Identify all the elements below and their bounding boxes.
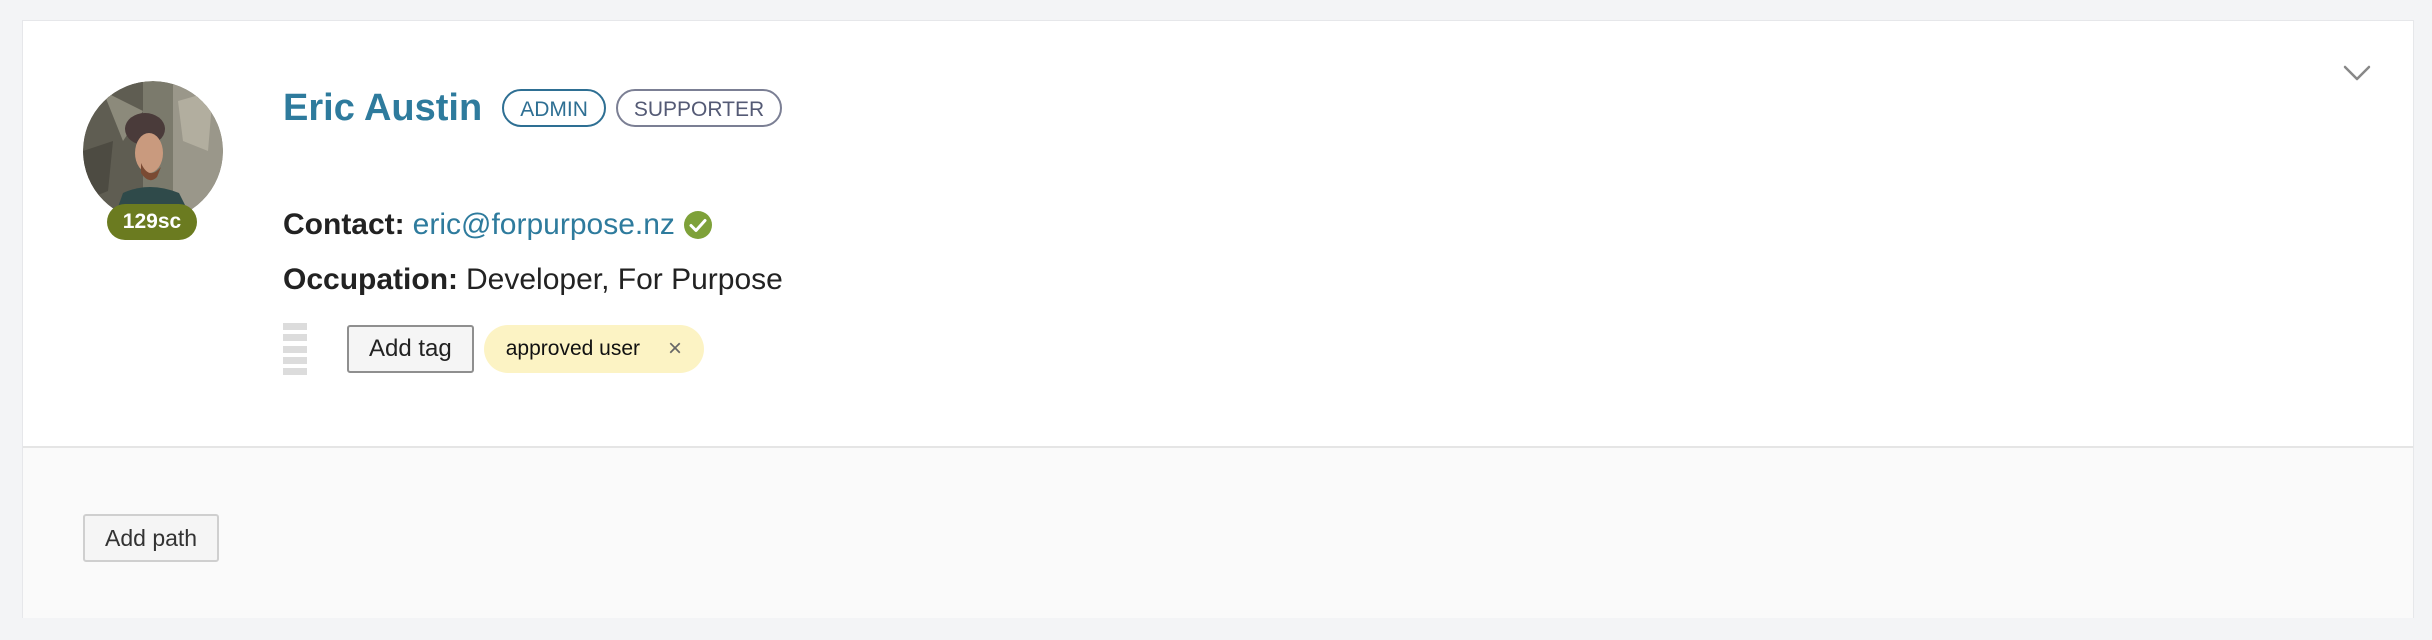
- collapse-toggle[interactable]: [2337, 53, 2377, 93]
- profile-header-section: 129sc Eric Austin ADMIN SUPPORTER Contac…: [23, 21, 2413, 448]
- check-circle-icon: [683, 211, 712, 239]
- drag-handle-icon[interactable]: [283, 323, 307, 375]
- tag-label: approved user: [505, 337, 640, 360]
- avatar-container: [83, 81, 225, 223]
- user-name[interactable]: Eric Austin: [283, 87, 482, 130]
- email-link[interactable]: eric@forpurpose.nz: [413, 208, 675, 242]
- name-row: Eric Austin ADMIN SUPPORTER: [283, 83, 792, 133]
- chevron-down-icon: [2343, 65, 2371, 81]
- occupation-line: Occupation: Developer, For Purpose: [283, 258, 783, 302]
- user-profile-card: 129sc Eric Austin ADMIN SUPPORTER Contac…: [22, 20, 2414, 618]
- tag-row: Add tag approved user ×: [283, 321, 705, 377]
- avatar[interactable]: [83, 81, 223, 221]
- add-tag-button[interactable]: Add tag: [347, 325, 474, 373]
- occupation-value: Developer, For Purpose: [466, 263, 783, 296]
- close-icon[interactable]: ×: [668, 325, 682, 373]
- tag-chip: approved user ×: [483, 325, 705, 373]
- contact-line: Contact: eric@forpurpose.nz: [283, 203, 713, 247]
- role-badge-admin: ADMIN: [502, 89, 606, 127]
- contact-label: Contact:: [283, 208, 405, 241]
- role-badge-supporter: SUPPORTER: [615, 89, 783, 127]
- occupation-label: Occupation:: [283, 263, 459, 296]
- score-badge: 129sc: [107, 204, 197, 240]
- add-path-button[interactable]: Add path: [83, 514, 220, 562]
- paths-section: [23, 448, 2413, 618]
